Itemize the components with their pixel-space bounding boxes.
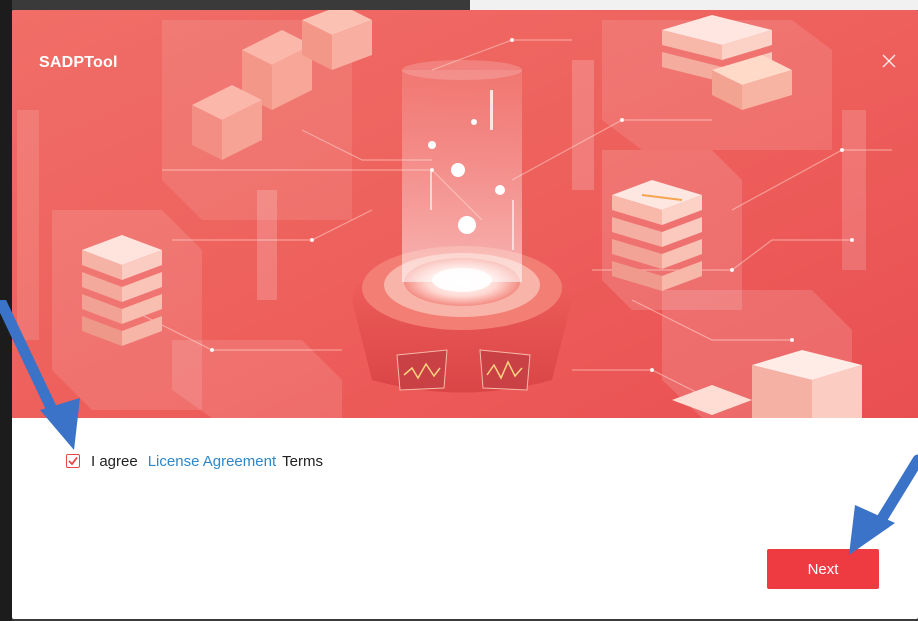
close-icon (882, 54, 896, 68)
background-window-strip (470, 0, 918, 10)
banner-illustration: SADPTool (12, 10, 918, 418)
terms-label: Terms (282, 452, 323, 470)
next-button[interactable]: Next (767, 549, 879, 589)
check-icon (68, 456, 78, 466)
app-title: SADPTool (39, 54, 118, 71)
close-button[interactable] (876, 48, 902, 74)
agree-label: I agree (91, 452, 138, 470)
agree-checkbox[interactable] (66, 454, 80, 468)
license-agreement-link[interactable]: License Agreement (148, 453, 276, 470)
background-window-edge (0, 0, 12, 621)
license-dialog: SADPTool I agree License Agreement Terms… (12, 10, 918, 619)
agreement-row: I agree License Agreement Terms (66, 451, 323, 471)
